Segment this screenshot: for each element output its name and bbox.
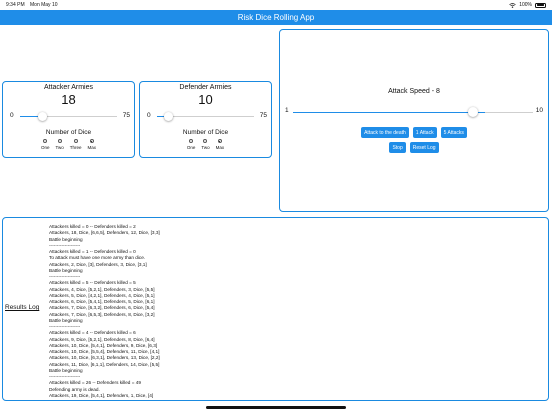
log-line: To attack must have one more army than d… bbox=[49, 255, 146, 261]
results-panel: Results Log Attackers killed = 0 -- Defe… bbox=[2, 217, 549, 401]
results-log-label: Results Log bbox=[5, 304, 40, 311]
attacker-dice-three[interactable]: Three bbox=[70, 139, 82, 150]
defender-title: Defender Armies bbox=[179, 84, 232, 91]
log-line: Attackers, 10, Dice, [6,3,1], Defenders,… bbox=[49, 355, 160, 361]
attacker-dice-two[interactable]: Two bbox=[55, 139, 64, 150]
defender-slider-thumb[interactable] bbox=[164, 112, 173, 121]
attack-to-death-button[interactable]: Attack to the death bbox=[361, 127, 409, 138]
stop-button[interactable]: Stop bbox=[389, 142, 406, 153]
control-buttons-row: Stop Reset Log bbox=[280, 142, 548, 153]
home-indicator[interactable] bbox=[206, 406, 346, 409]
attacker-dice-max[interactable]: Max bbox=[87, 139, 97, 150]
radio-label: Two bbox=[55, 145, 64, 150]
attacker-slider-track[interactable] bbox=[20, 116, 117, 118]
app-title: Risk Dice Rolling App bbox=[237, 13, 315, 22]
radio-label: Two bbox=[201, 145, 210, 150]
radio-label: Max bbox=[87, 145, 97, 150]
defender-slider-min: 0 bbox=[147, 112, 151, 119]
log-line: Attackers, 4, Dice, [5,2,1], Defenders, … bbox=[49, 286, 155, 292]
attacker-slider-thumb[interactable] bbox=[38, 112, 47, 121]
attacker-slider-min: 0 bbox=[10, 112, 14, 119]
speed-slider-max: 10 bbox=[535, 107, 543, 114]
radio-icon[interactable] bbox=[43, 139, 48, 143]
defender-dice-label: Number of Dice bbox=[182, 129, 229, 136]
defender-panel: Defender Armies 10 0 75 Number of Dice O… bbox=[139, 81, 272, 158]
attack-speed-panel: Attack Speed - 8 1 10 Attack to the deat… bbox=[279, 29, 549, 212]
attack-buttons-row: Attack to the death 1 Attack 5 Attacks bbox=[280, 127, 548, 138]
log-line: Attackers, 7, Dice, [6,5,3], Defenders, … bbox=[49, 311, 155, 317]
radio-label: One bbox=[186, 145, 196, 150]
app-title-bar: Risk Dice Rolling App bbox=[0, 10, 552, 25]
wifi-icon bbox=[509, 2, 516, 8]
defender-dice-options: One Two Max bbox=[140, 139, 271, 150]
radio-icon[interactable] bbox=[189, 139, 194, 143]
five-attacks-button[interactable]: 5 Attacks bbox=[440, 127, 467, 138]
radio-label: Max bbox=[215, 145, 225, 150]
attacker-title: Attacker Armies bbox=[43, 84, 93, 91]
defender-dice-two[interactable]: Two bbox=[201, 139, 210, 150]
results-log-text[interactable]: Attackers killed = 0 -- Defenders killed… bbox=[49, 224, 160, 399]
log-line: Attackers, 2, Dice, [3], Defenders, 3, D… bbox=[49, 261, 147, 267]
log-line: Attackers, 7, Dice, [6,3,2], Defenders, … bbox=[49, 305, 155, 311]
attacker-panel: Attacker Armies 18 0 75 Number of Dice O… bbox=[2, 81, 135, 158]
attack-speed-label: Attack Speed - 8 bbox=[388, 88, 440, 95]
log-line: Attackers, 19, Dice, [5,4,1], Defenders,… bbox=[49, 392, 154, 398]
speed-slider-track[interactable] bbox=[293, 112, 533, 114]
log-line: Attackers, 9, Dice, [5,2,1], Defenders, … bbox=[49, 336, 155, 342]
battery-icon bbox=[535, 2, 546, 8]
log-line: Attackers, 11, Dice, [6,1,1], Defenders,… bbox=[49, 361, 160, 367]
attacker-dice-label: Number of Dice bbox=[45, 129, 92, 136]
speed-slider-min: 1 bbox=[285, 107, 289, 114]
radio-icon[interactable] bbox=[73, 139, 78, 143]
defender-slider[interactable]: 0 75 bbox=[140, 111, 271, 121]
attacker-dice-one[interactable]: One bbox=[40, 139, 50, 150]
status-time: 9:34 PM bbox=[6, 2, 25, 8]
status-date: Mon May 10 bbox=[30, 2, 58, 8]
radio-icon[interactable] bbox=[203, 139, 208, 143]
log-line: Attackers, 18, Dice, [6,6,5], Defenders,… bbox=[49, 230, 160, 236]
defender-dice-one[interactable]: One bbox=[186, 139, 196, 150]
attacker-count: 18 bbox=[61, 92, 76, 107]
defender-count: 10 bbox=[198, 92, 213, 107]
reset-log-button[interactable]: Reset Log bbox=[409, 142, 439, 153]
battery-percent: 100% bbox=[519, 2, 532, 8]
status-right: 100% bbox=[509, 2, 546, 8]
status-bar: 9:34 PM Mon May 10 100% bbox=[0, 0, 552, 10]
defender-slider-max: 75 bbox=[259, 112, 267, 119]
attacker-slider[interactable]: 0 75 bbox=[3, 111, 134, 121]
radio-selected-icon[interactable] bbox=[217, 139, 222, 143]
one-attack-button[interactable]: 1 Attack bbox=[412, 127, 437, 138]
radio-selected-icon[interactable] bbox=[89, 139, 94, 143]
radio-label: Three bbox=[69, 145, 82, 150]
speed-slider-fill bbox=[293, 112, 485, 114]
attacker-slider-max: 75 bbox=[122, 112, 130, 119]
speed-slider-thumb[interactable] bbox=[468, 107, 478, 117]
defender-dice-max[interactable]: Max bbox=[215, 139, 225, 150]
attacker-dice-options: One Two Three Max bbox=[3, 139, 134, 150]
radio-label: One bbox=[40, 145, 50, 150]
radio-icon[interactable] bbox=[57, 139, 62, 143]
